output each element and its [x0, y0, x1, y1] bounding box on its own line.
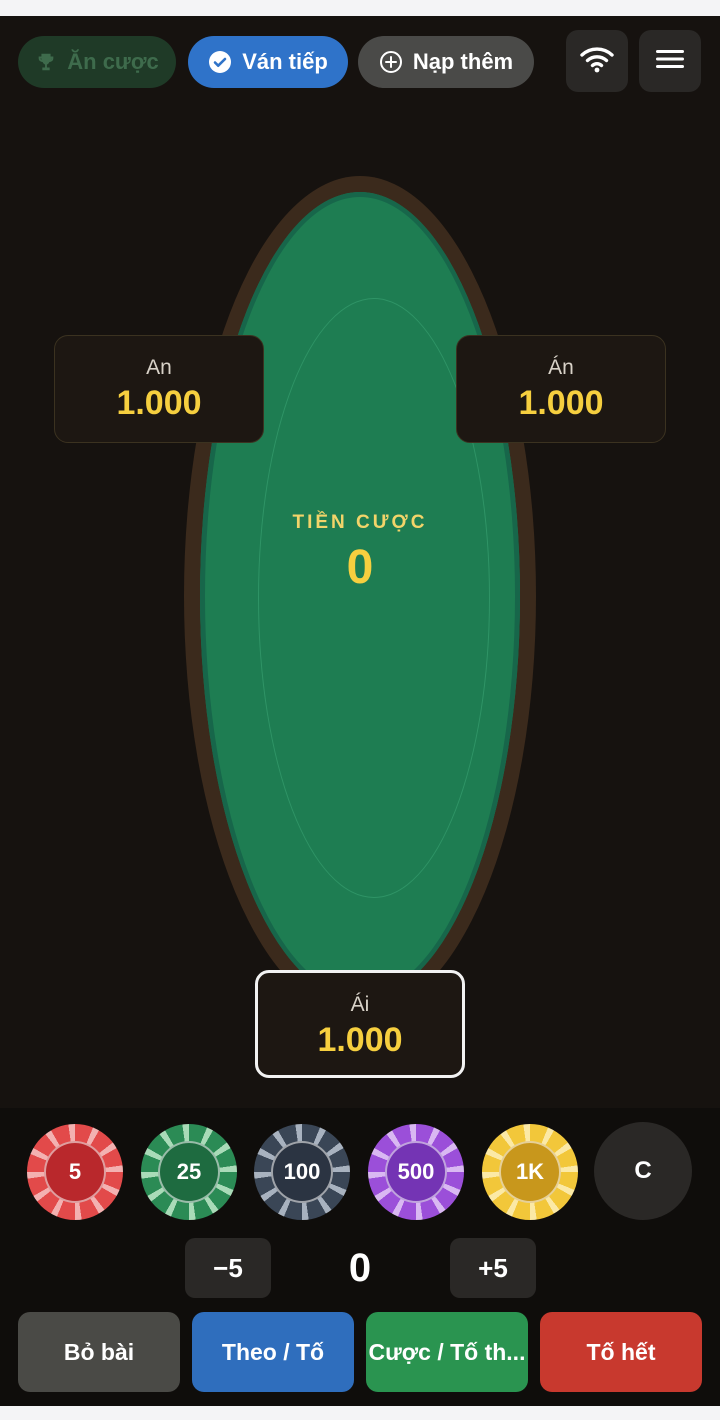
- player-seat-right: Án 1.000: [456, 335, 666, 443]
- chip-label: 1K: [499, 1141, 561, 1203]
- menu-button[interactable]: [639, 30, 701, 92]
- player-name: An: [146, 356, 172, 379]
- player-seat-left: An 1.000: [54, 335, 264, 443]
- player-chips: 1.000: [518, 384, 604, 422]
- game-screen: Ăn cược Ván tiếp Nạp thêm TIỀN CƯỢC 0 An…: [0, 16, 720, 1406]
- next-round-button[interactable]: Ván tiếp: [188, 36, 348, 88]
- player-seat-self: Ái 1.000: [255, 970, 465, 1078]
- chip-label: 25: [158, 1141, 220, 1203]
- chip-25-button[interactable]: 25: [141, 1124, 237, 1220]
- pot-value: 0: [346, 541, 374, 594]
- clear-bet-button[interactable]: C: [594, 1122, 692, 1220]
- menu-icon: [655, 47, 685, 76]
- chip-5-button[interactable]: 5: [27, 1124, 123, 1220]
- next-round-label: Ván tiếp: [242, 49, 328, 74]
- player-name: Ái: [350, 993, 370, 1016]
- chip-1k-button[interactable]: 1K: [482, 1124, 578, 1220]
- pot-label: TIỀN CƯỢC: [292, 512, 428, 533]
- player-chips: 1.000: [317, 1021, 403, 1059]
- bet-raise-button[interactable]: Cược / Tố th...: [366, 1312, 528, 1392]
- check-circle-icon: [208, 50, 232, 74]
- all-in-button[interactable]: Tố hết: [540, 1312, 702, 1392]
- chip-label: 500: [385, 1141, 447, 1203]
- decrease-bet-button[interactable]: −5: [185, 1238, 271, 1298]
- fold-button[interactable]: Bỏ bài: [18, 1312, 180, 1392]
- player-chips: 1.000: [116, 384, 202, 422]
- call-raise-button[interactable]: Theo / Tố: [192, 1312, 354, 1392]
- clear-label: C: [634, 1157, 652, 1184]
- bet-amount: 0: [348, 1245, 372, 1290]
- win-bet-button[interactable]: Ăn cược: [18, 36, 176, 88]
- increase-bet-button[interactable]: +5: [450, 1238, 536, 1298]
- chip-label: 100: [271, 1141, 333, 1203]
- wifi-icon: [580, 45, 614, 78]
- chip-label: 5: [44, 1141, 106, 1203]
- chip-500-button[interactable]: 500: [368, 1124, 464, 1220]
- win-bet-label: Ăn cược: [67, 49, 159, 74]
- trophy-icon: [35, 51, 57, 73]
- top-up-button[interactable]: Nạp thêm: [358, 36, 534, 88]
- plus-circle-icon: [379, 50, 403, 74]
- chip-100-button[interactable]: 100: [254, 1124, 350, 1220]
- bet-controls-panel: 5 25 100 500 1K C −5 0 +5 Bỏ bài Theo / …: [0, 1108, 720, 1406]
- connection-button[interactable]: [566, 30, 628, 92]
- player-name: Án: [548, 356, 574, 379]
- top-up-label: Nạp thêm: [412, 49, 514, 74]
